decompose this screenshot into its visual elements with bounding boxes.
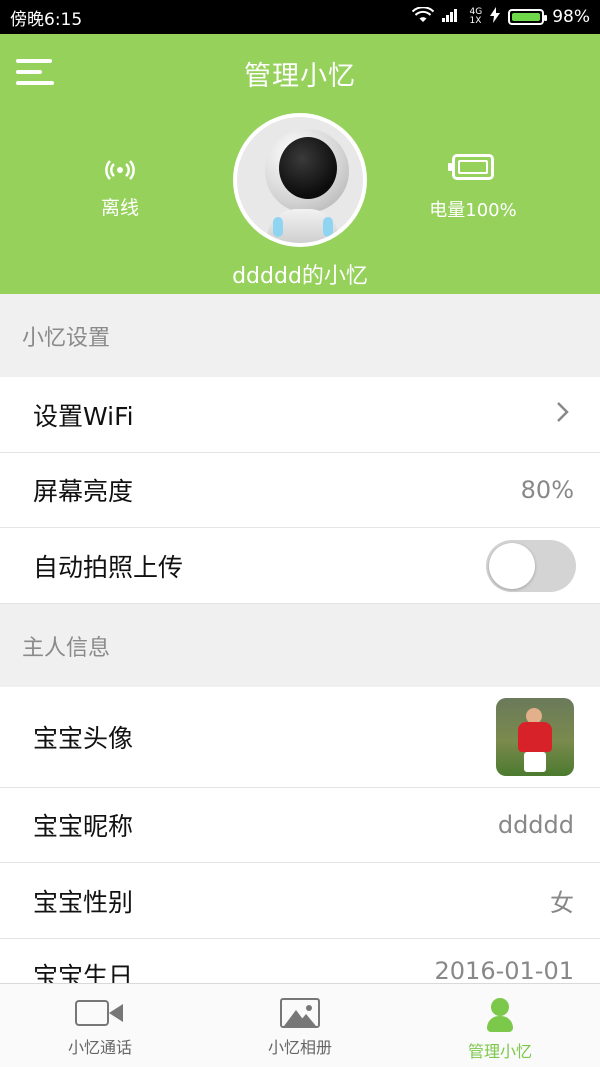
person-icon [485, 998, 515, 1032]
status-icons: 4G 1X 98% [411, 5, 590, 28]
signal-icon [441, 7, 462, 27]
nav-photo-album[interactable]: 小忆相册 [200, 984, 400, 1067]
nav-manage-label: 管理小忆 [467, 1042, 532, 1061]
nickname-label: 宝宝昵称 [33, 812, 134, 841]
battery-label: 电量100% [429, 200, 517, 221]
nickname-row[interactable]: 宝宝昵称 ddddd [0, 788, 600, 863]
photo-album-icon [280, 998, 320, 1028]
section-owner-info: 主人信息 [0, 604, 600, 687]
robot-avatar[interactable] [233, 113, 367, 247]
baby-avatar-label: 宝宝头像 [33, 724, 134, 753]
robot-header: 管理小忆 离线 电量100% ddddd的小忆 [0, 34, 600, 294]
bottom-nav: 小忆通话 小忆相册 管理小忆 [0, 983, 600, 1067]
gender-label: 宝宝性别 [33, 887, 134, 917]
network-type: 4G 1X [469, 7, 483, 26]
page-title: 管理小忆 [244, 61, 356, 92]
auto-upload-toggle[interactable] [486, 539, 576, 592]
nickname-value: ddddd [497, 811, 574, 839]
baby-avatar-row[interactable]: 宝宝头像 [0, 687, 600, 788]
chevron-right-icon [556, 400, 570, 430]
nav-video-call[interactable]: 小忆通话 [0, 984, 200, 1067]
status-time: 傍晚6:15 [10, 9, 83, 30]
robot-body [267, 209, 339, 243]
wifi-icon [411, 5, 434, 28]
robot-name: ddddd的小忆 [232, 264, 368, 289]
robot-head [265, 129, 349, 213]
brightness-label: 屏幕亮度 [33, 477, 134, 506]
nav-video-call-label: 小忆通话 [67, 1038, 132, 1057]
robot-battery: 电量100% [418, 154, 528, 222]
brightness-row[interactable]: 屏幕亮度 80% [0, 453, 600, 528]
status-bar: 傍晚6:15 4G 1X 98% [0, 0, 600, 34]
video-camera-icon [75, 998, 125, 1028]
birthday-value: 2016-01-01 [434, 957, 574, 985]
charging-icon [490, 6, 501, 28]
battery-icon [508, 9, 548, 25]
connection-label: 离线 [100, 197, 139, 219]
baby-avatar-image[interactable] [496, 698, 574, 776]
gender-value: 女 [550, 889, 574, 917]
nav-photo-album-label: 小忆相册 [267, 1038, 332, 1057]
nav-manage[interactable]: 管理小忆 [400, 984, 600, 1067]
battery-icon [448, 154, 494, 180]
connection-status: 离线 [80, 159, 160, 220]
section-robot-settings: 小忆设置 [0, 294, 600, 377]
brightness-value: 80% [520, 476, 574, 504]
wifi-setting-label: 设置WiFi [33, 401, 134, 431]
auto-upload-row: 自动拍照上传 [0, 528, 600, 604]
gender-row[interactable]: 宝宝性别 女 [0, 863, 600, 939]
battery-percent: 98% [552, 7, 590, 27]
broadcast-icon [80, 159, 160, 183]
wifi-setting-row[interactable]: 设置WiFi [0, 377, 600, 453]
auto-upload-label: 自动拍照上传 [33, 552, 184, 582]
